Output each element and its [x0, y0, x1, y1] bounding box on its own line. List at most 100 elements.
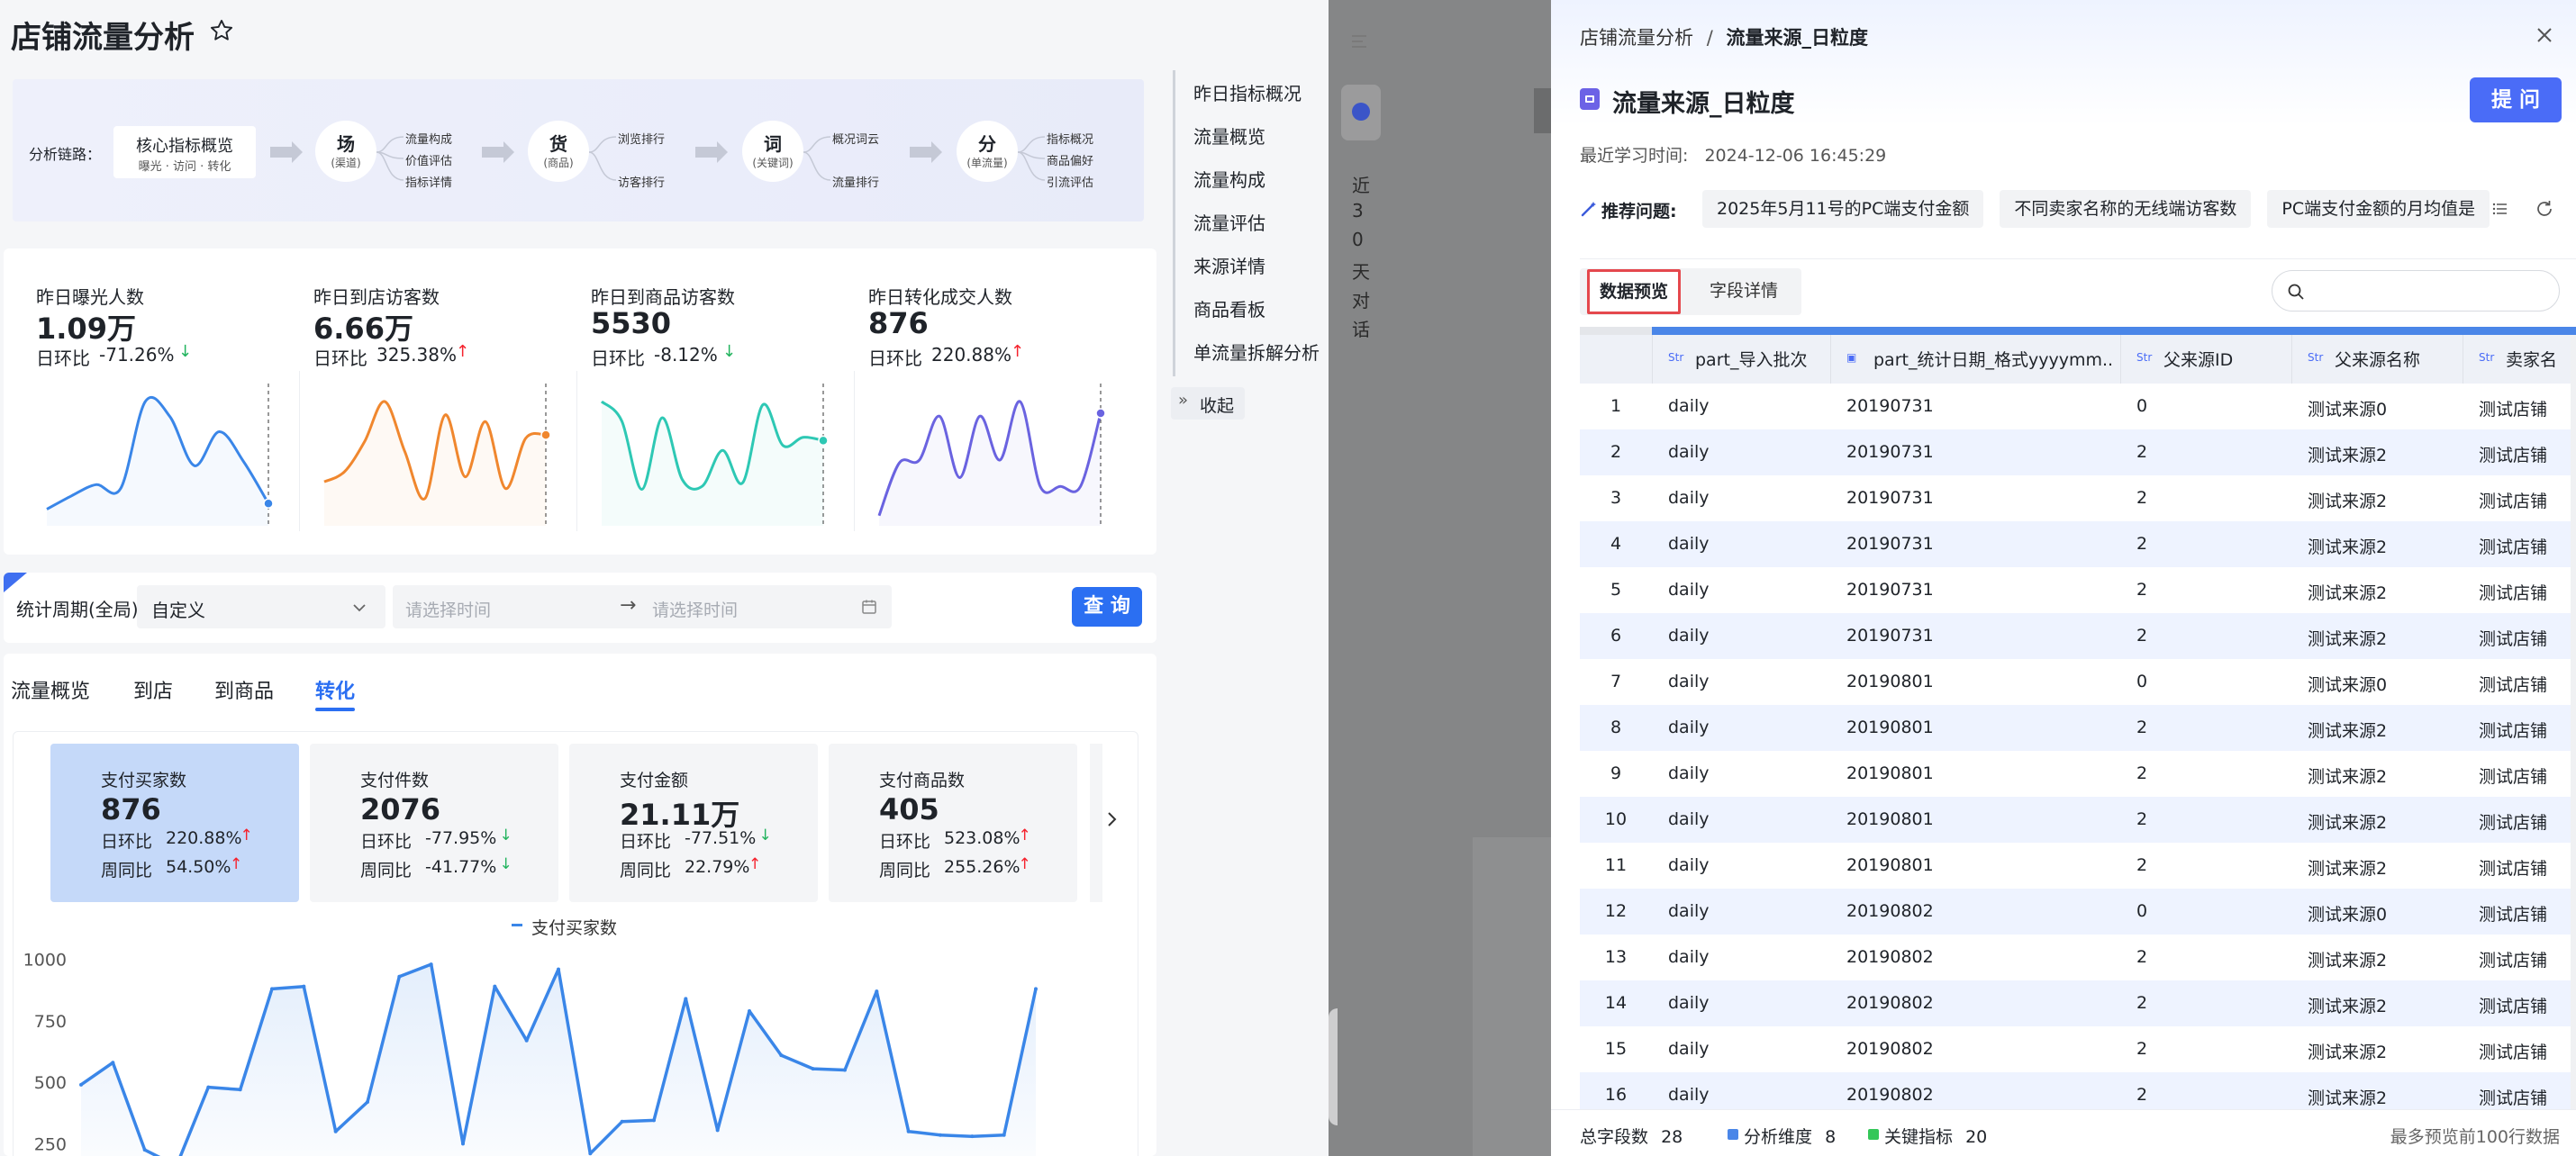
list-icon[interactable] — [2491, 200, 2509, 218]
metric-card[interactable]: 支付买家数 876 日环比 220.88% ↑ 周同比 54.50% ↑ — [50, 744, 299, 902]
chain-node-item[interactable]: 流量排行 — [832, 173, 879, 190]
side-nav-item[interactable]: 商品看板 — [1193, 295, 1265, 321]
table-cell: 测试来源2 — [2308, 1088, 2388, 1108]
table-row[interactable]: 14 daily 20190802 2 测试来源2 测试店铺 — [1580, 980, 2576, 1026]
table-row[interactable]: 11 daily 20190801 2 测试来源2 测试店铺 — [1580, 843, 2576, 889]
metric-day-label: 日环比 — [620, 832, 672, 852]
chain-node-item[interactable]: 指标详情 — [405, 173, 452, 190]
chain-node-2[interactable]: 货 (商品) — [528, 121, 589, 182]
collapse-button[interactable]: » 收起 — [1171, 387, 1245, 420]
chain-node-3[interactable]: 词 (关键词) — [742, 121, 803, 182]
chain-node-item[interactable]: 引流评估 — [1047, 173, 1093, 190]
chain-node-1[interactable]: 场 (渠道) — [315, 121, 376, 182]
recommend-question[interactable]: 不同卖家名称的无线端访客数 — [2000, 190, 2252, 228]
table-row[interactable]: 2 daily 20190731 2 测试来源2 测试店铺 — [1580, 429, 2576, 475]
recommend-question[interactable]: PC端支付金额的月均值是 — [2267, 190, 2490, 228]
chain-node-4[interactable]: 分 (单流量) — [957, 121, 1018, 182]
date-range-picker[interactable]: 请选择时间 → 请选择时间 — [393, 585, 892, 628]
side-nav-item[interactable]: 流量构成 — [1193, 166, 1265, 192]
chevron-down-icon — [353, 604, 366, 612]
table-row[interactable]: 3 daily 20190731 2 测试来源2 测试店铺 — [1580, 475, 2576, 521]
table-row[interactable]: 13 daily 20190802 2 测试来源2 测试店铺 — [1580, 935, 2576, 980]
column-header[interactable]: 卖家名 — [2506, 347, 2557, 371]
kpi-value: 876 — [868, 306, 929, 340]
table-vscroll[interactable] — [2571, 335, 2576, 1109]
table-row[interactable]: 7 daily 20190801 0 测试来源0 测试店铺 — [1580, 659, 2576, 705]
table-scroll-thumb[interactable] — [1652, 327, 2576, 335]
kpi-compare-value: -71.26% — [99, 344, 175, 366]
metric-card[interactable]: 支付件数 2076 日环比 -77.95% ↓ 周同比 -41.77% ↓ — [310, 744, 558, 902]
chain-node-item[interactable]: 访客排行 — [618, 173, 665, 190]
chain-node-item[interactable]: 指标概况 — [1047, 130, 1093, 147]
table-row[interactable]: 8 daily 20190801 2 测试来源2 测试店铺 — [1580, 705, 2576, 751]
table-row[interactable]: 15 daily 20190802 2 测试来源2 测试店铺 — [1580, 1026, 2576, 1072]
metrics-next-button[interactable] — [1101, 801, 1124, 837]
table-cell: 测试来源2 — [2308, 537, 2388, 557]
table-cell: daily — [1668, 1039, 1710, 1059]
tab-1[interactable]: 流量概览 — [11, 675, 90, 704]
search-input[interactable] — [2272, 270, 2560, 312]
end-date-placeholder[interactable]: 请选择时间 — [652, 597, 738, 621]
table-row[interactable]: 9 daily 20190801 2 测试来源2 测试店铺 — [1580, 751, 2576, 797]
chart-point — [333, 1129, 338, 1133]
metric-card[interactable]: 支付金额 21.11万 日环比 -77.51% ↓ 周同比 22.79% ↑ — [569, 744, 818, 902]
menu-icon[interactable] — [1348, 31, 1370, 52]
chart-point — [302, 984, 306, 989]
metric-day-label: 日环比 — [879, 832, 931, 852]
chain-node-item[interactable]: 流量构成 — [405, 130, 452, 147]
table-row[interactable]: 16 daily 20190802 2 测试来源2 测试店铺 — [1580, 1072, 2576, 1109]
refresh-icon[interactable] — [2535, 199, 2554, 219]
metric-day-label: 日环比 — [101, 832, 153, 852]
breadcrumb-parent[interactable]: 店铺流量分析 — [1580, 27, 1693, 49]
tab-data-preview-label: 数据预览 — [1599, 282, 1668, 302]
kpi-compare-label: 日环比 — [591, 348, 645, 369]
side-nav-item[interactable]: 单流量拆解分析 — [1193, 339, 1320, 365]
table-cell: daily — [1668, 901, 1710, 921]
metric-card[interactable]: 支付商品数 405 日环比 523.08% ↑ 周同比 255.26% ↑ — [829, 744, 1077, 902]
period-select[interactable]: 自定义 — [137, 585, 385, 628]
kpi-title: 昨日曝光人数 — [36, 286, 144, 308]
arrow-down-icon: ↓ — [178, 342, 193, 361]
query-button[interactable]: 查 询 — [1072, 587, 1142, 627]
table-cell: daily — [1668, 626, 1710, 646]
tab-3[interactable]: 到商品 — [214, 675, 274, 704]
table-cell: 测试来源2 — [2308, 813, 2388, 833]
chain-node-item[interactable]: 概况词云 — [832, 130, 879, 147]
tab-2[interactable]: 到店 — [133, 675, 173, 704]
start-date-placeholder[interactable]: 请选择时间 — [405, 597, 491, 621]
arrow-down-icon: ↓ — [499, 826, 512, 844]
table-cell: 20190802 — [1846, 947, 1934, 967]
chart-point — [652, 1118, 656, 1123]
table-row[interactable]: 12 daily 20190802 0 测试来源0 测试店铺 — [1580, 889, 2576, 935]
column-header[interactable]: part_导入批次 — [1695, 347, 1807, 371]
table-row[interactable]: 10 daily 20190801 2 测试来源2 测试店铺 — [1580, 797, 2576, 843]
y-tick-label: 500 — [34, 1073, 67, 1093]
ask-button[interactable]: 提 问 — [2470, 77, 2562, 122]
column-header[interactable]: part_统计日期_格式yyyymm... — [1873, 347, 2113, 371]
tab-4[interactable]: 转化 — [315, 675, 355, 704]
table-row[interactable]: 4 daily 20190731 2 测试来源2 测试店铺 — [1580, 521, 2576, 567]
dataset-drawer: 店铺流量分析 / 流量来源_日粒度 流量来源_日粒度 提 问 最近学习时间: 2… — [1551, 0, 2576, 1156]
recommend-question[interactable]: 2025年5月11号的PC端支付金额 — [1702, 190, 1984, 228]
side-nav-item[interactable]: 流量评估 — [1193, 209, 1265, 235]
chain-node-main: 词 — [764, 133, 782, 155]
table-row[interactable]: 6 daily 20190731 2 测试来源2 测试店铺 — [1580, 613, 2576, 659]
chain-node-item[interactable]: 商品偏好 — [1047, 151, 1093, 168]
chat-bubble-button[interactable] — [1341, 85, 1381, 140]
side-nav-item[interactable]: 来源详情 — [1193, 252, 1265, 278]
floating-widget[interactable] — [1329, 1008, 1338, 1125]
side-nav-item[interactable]: 流量概览 — [1193, 122, 1265, 149]
table-row[interactable]: 5 daily 20190731 2 测试来源2 测试店铺 — [1580, 567, 2576, 613]
chain-node-item[interactable]: 浏览排行 — [618, 130, 665, 147]
side-nav-item[interactable]: 昨日指标概况 — [1193, 79, 1302, 105]
table-row[interactable]: 1 daily 20190731 0 测试来源0 测试店铺 — [1580, 384, 2576, 429]
chain-node-item[interactable]: 价值评估 — [405, 151, 452, 168]
tab-data-preview[interactable]: 数据预览 — [1587, 269, 1681, 314]
column-header[interactable]: 父来源名称 — [2335, 347, 2420, 371]
star-icon[interactable] — [209, 18, 234, 43]
column-header[interactable]: 父来源ID — [2163, 347, 2233, 371]
kpi-divider — [576, 371, 577, 531]
tab-field-details[interactable]: 字段详情 — [1695, 270, 1792, 312]
page-title: 店铺流量分析 — [11, 20, 195, 56]
close-icon[interactable] — [2535, 25, 2554, 45]
